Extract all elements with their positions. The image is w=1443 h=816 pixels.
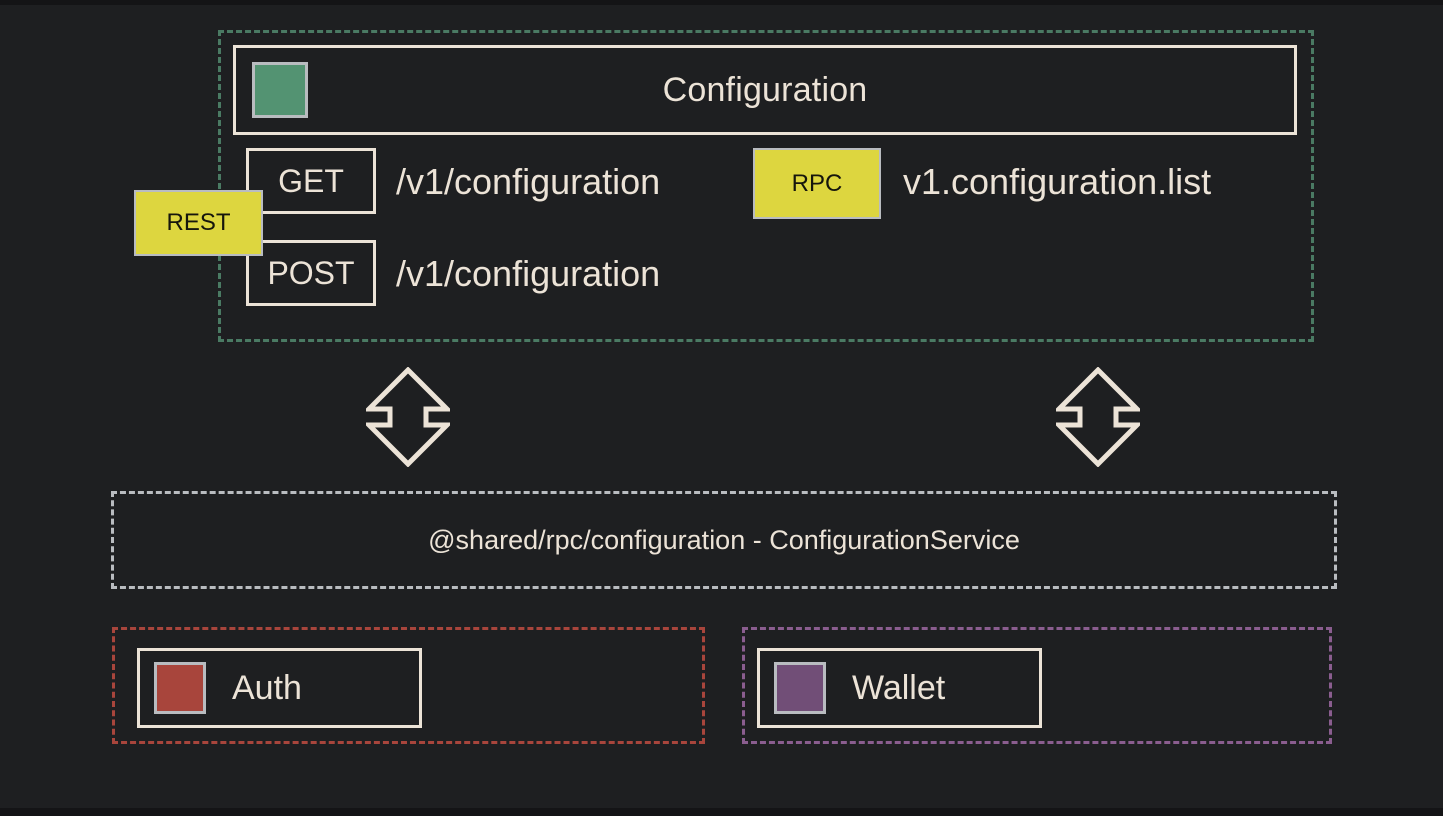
top-edge-band [0, 0, 1443, 5]
rpc-procedure-name: v1.configuration.list [903, 161, 1212, 202]
bottom-edge-band [0, 808, 1443, 816]
auth-service-title: Auth [232, 668, 302, 707]
rest-method-chip-get[interactable]: GET [246, 148, 376, 214]
rest-method-chip-post[interactable]: POST [246, 240, 376, 306]
configuration-to-shared-arrow-right [1056, 367, 1140, 467]
protocol-tag-rpc[interactable]: RPC [753, 148, 881, 219]
wallet-service-panel[interactable]: Wallet [757, 648, 1042, 728]
rest-endpoint-path-post: /v1/configuration [396, 253, 661, 294]
configuration-service-title: Configuration [662, 70, 868, 109]
wallet-service-title: Wallet [852, 668, 946, 707]
diagram-canvas: Configuration GET /v1/configuration POST… [0, 0, 1443, 816]
protocol-tag-rest[interactable]: REST [134, 190, 263, 256]
double-arrow-vertical-icon [366, 367, 450, 467]
shared-rpc-band-label: @shared/rpc/configuration - Configuratio… [428, 525, 1020, 555]
shared-rpc-band: @shared/rpc/configuration - Configuratio… [111, 491, 1337, 589]
rest-method-get-label: GET [278, 163, 344, 199]
configuration-to-shared-arrow-left [366, 367, 450, 467]
protocol-tag-rpc-label: RPC [791, 169, 843, 197]
protocol-tag-rest-label: REST [166, 209, 231, 236]
purple-square-icon [774, 662, 826, 714]
rest-endpoint-path-get: /v1/configuration [396, 161, 661, 202]
configuration-service-panel[interactable]: Configuration [233, 45, 1297, 135]
auth-service-panel[interactable]: Auth [137, 648, 422, 728]
double-arrow-vertical-icon [1056, 367, 1140, 467]
red-square-icon [154, 662, 206, 714]
rest-method-post-label: POST [267, 255, 355, 291]
